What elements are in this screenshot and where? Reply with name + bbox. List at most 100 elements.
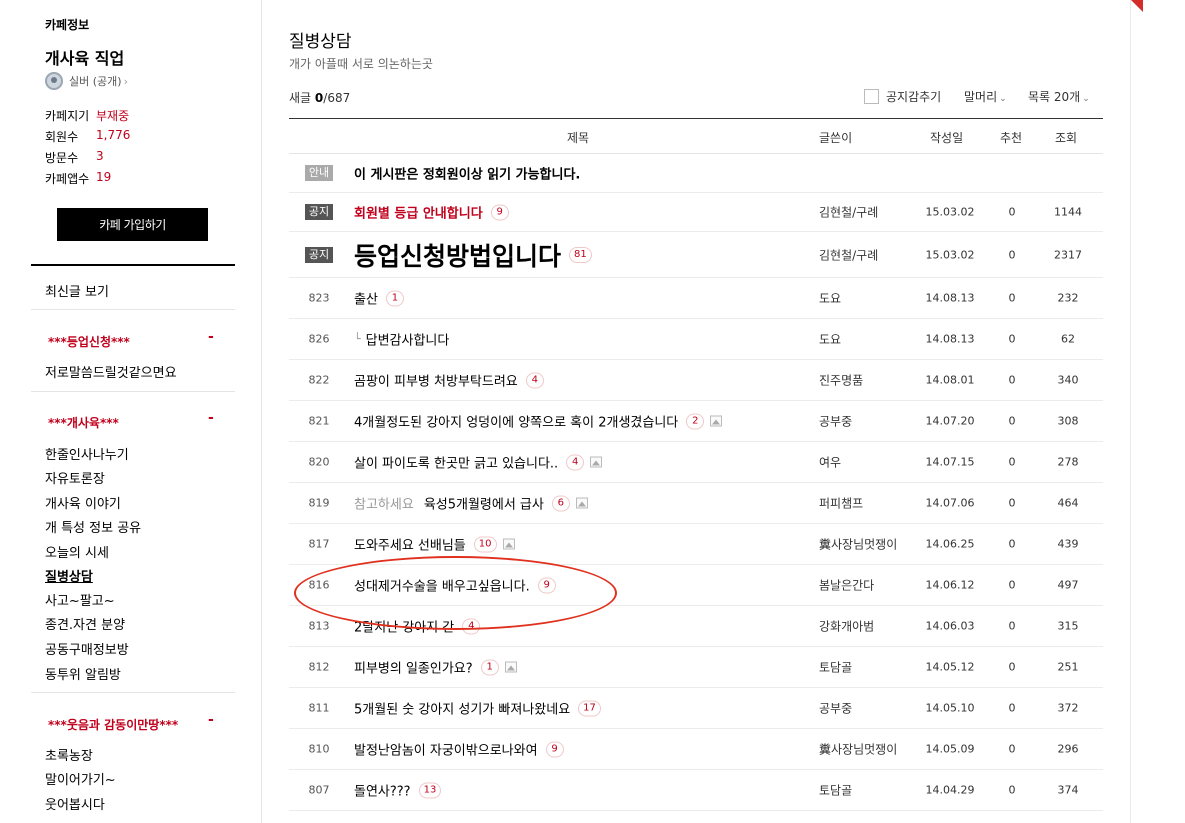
post-title-link[interactable]: 5개월된 숫 강아지 성기가 빠져나왔네요 17	[354, 699, 601, 718]
menu-item[interactable]: 초록농장	[45, 745, 93, 764]
post-title-link[interactable]: 참고하세요 육성5개월령에서 급사 6	[354, 494, 588, 513]
menu-group-title[interactable]: ***개사육***	[48, 414, 119, 431]
comment-count[interactable]: 10	[473, 536, 497, 552]
menu-item[interactable]: 개사육 이야기	[45, 493, 121, 512]
post-title-link[interactable]: 출산 1	[354, 289, 404, 308]
table-row-guide[interactable]: 안내 이 게시판은 정회원이상 읽기 가능합니다.	[289, 154, 1103, 193]
post-title[interactable]: 성대제거수술을 배우고싶읍니다.	[354, 576, 530, 595]
table-row[interactable]: 821 4개월정도된 강아지 엉덩이에 양쪽으로 혹이 2개생겼습니다 2 공부…	[289, 401, 1103, 442]
menu-group-title[interactable]: ***웃음과 감동이만땅***	[48, 716, 178, 733]
table-row-reply[interactable]: 826 └ 답변감사합니다 도요 14.08.13 0 62	[289, 319, 1103, 360]
post-title-link[interactable]: 곰팡이 피부병 처방부탁드려요 4	[354, 371, 544, 390]
comment-count[interactable]: 9	[537, 577, 556, 593]
comment-count[interactable]: 13	[418, 782, 442, 798]
cafe-name[interactable]: 개사육 직업	[45, 45, 124, 69]
post-title[interactable]: 이 게시판은 정회원이상 읽기 가능합니다.	[354, 164, 580, 183]
comment-count[interactable]: 4	[525, 372, 544, 388]
post-title-link[interactable]: 4개월정도된 강아지 엉덩이에 양쪽으로 혹이 2개생겼습니다 2	[354, 412, 723, 431]
join-cafe-button[interactable]: 카페 가입하기	[57, 208, 208, 241]
post-title[interactable]: 4개월정도된 강아지 엉덩이에 양쪽으로 혹이 2개생겼습니다	[354, 412, 678, 431]
table-row[interactable]: 807 돌연사??? 13 토담골 14.04.29 0 374	[289, 770, 1103, 811]
comment-count[interactable]: 2	[686, 413, 705, 429]
post-title[interactable]: 살이 파이도록 한곳만 긁고 있습니다..	[354, 453, 558, 472]
post-author[interactable]: 진주명품	[819, 372, 863, 389]
comment-count[interactable]: 1	[480, 659, 499, 675]
post-author[interactable]: 糞사장님멋쟁이	[819, 536, 897, 553]
stat-value[interactable]: 1,776	[96, 128, 130, 145]
post-author[interactable]: 봄날은간다	[819, 577, 874, 594]
list-size-select[interactable]: 목록 20개 ⌄	[1028, 88, 1090, 105]
post-title[interactable]: 발정난암놈이 자궁이밖으로나와여	[354, 740, 538, 759]
menu-group-title[interactable]: ***등업신청***	[48, 333, 130, 350]
post-title[interactable]: 곰팡이 피부병 처방부탁드려요	[354, 371, 518, 390]
menu-item[interactable]: 자유토론장	[45, 468, 105, 487]
menu-item[interactable]: 종견.자견 분양	[45, 614, 125, 633]
table-row[interactable]: 816 성대제거수술을 배우고싶읍니다. 9 봄날은간다 14.06.12 0 …	[289, 565, 1103, 606]
menu-item[interactable]: 개 특성 정보 공유	[45, 517, 141, 536]
collapse-icon[interactable]: -	[208, 410, 214, 426]
comment-count[interactable]: 9	[545, 741, 564, 757]
menu-item[interactable]: 동투위 알림방	[45, 664, 121, 683]
post-author[interactable]: 糞사장님멋쟁이	[819, 741, 897, 758]
collapse-icon[interactable]: -	[208, 329, 214, 345]
comment-count[interactable]: 4	[566, 454, 585, 470]
post-title[interactable]: 등업신청방법입니다	[354, 237, 561, 273]
comment-count[interactable]: 81	[569, 246, 592, 263]
post-title[interactable]: 회원별 등급 안내합니다	[354, 203, 483, 222]
table-row[interactable]: 823 출산 1 도요 14.08.13 0 232	[289, 278, 1103, 319]
table-row[interactable]: 810 발정난암놈이 자궁이밖으로나와여 9 糞사장님멋쟁이 14.05.09 …	[289, 729, 1103, 770]
post-title-link[interactable]: 돌연사??? 13	[354, 781, 442, 800]
menu-item-active[interactable]: 질병상담	[45, 566, 93, 585]
post-title-link[interactable]: 성대제거수술을 배우고싶읍니다. 9	[354, 576, 556, 595]
post-title[interactable]: 도와주세요 선배님들	[354, 535, 466, 554]
post-title[interactable]: 피부병의 일종인가요?	[354, 658, 473, 677]
post-author[interactable]: 퍼피챔프	[819, 495, 863, 512]
post-title[interactable]: 2달지난 강아지 간	[354, 617, 454, 636]
post-title[interactable]: 출산	[354, 289, 378, 308]
post-author[interactable]: 김현철/구례	[819, 204, 878, 221]
table-row[interactable]: 813 2달지난 강아지 간 4 강화개아범 14.06.03 0 315	[289, 606, 1103, 647]
post-author[interactable]: 도요	[819, 331, 841, 348]
post-title-link[interactable]: 회원별 등급 안내합니다 9	[354, 203, 509, 222]
post-title[interactable]: 답변감사합니다	[366, 330, 450, 349]
post-title-link[interactable]: 2달지난 강아지 간 4	[354, 617, 481, 636]
post-title[interactable]: 5개월된 숫 강아지 성기가 빠져나왔네요	[354, 699, 570, 718]
table-row[interactable]: 812 피부병의 일종인가요? 1 토담골 14.05.12 0 251	[289, 647, 1103, 688]
collapse-icon[interactable]: -	[208, 712, 214, 728]
post-author[interactable]: 도요	[819, 290, 841, 307]
post-title-link[interactable]: 도와주세요 선배님들 10	[354, 535, 515, 554]
post-author[interactable]: 여우	[819, 454, 841, 471]
hide-notice-toggle[interactable]: 공지감추기	[864, 88, 941, 105]
post-title[interactable]: 돌연사???	[354, 781, 411, 800]
menu-item[interactable]: 웃어봅시다	[45, 794, 105, 813]
post-title-link[interactable]: 발정난암놈이 자궁이밖으로나와여 9	[354, 740, 564, 759]
comment-count[interactable]: 1	[385, 290, 404, 306]
post-author[interactable]: 토담골	[819, 659, 852, 676]
table-row[interactable]: 819 참고하세요 육성5개월령에서 급사 6 퍼피챔프 14.07.06 0 …	[289, 483, 1103, 524]
post-title-link[interactable]: └ 답변감사합니다	[354, 330, 449, 349]
menu-item[interactable]: 한줄인사나누기	[45, 444, 129, 463]
comment-count[interactable]: 9	[490, 204, 509, 220]
menu-item[interactable]: 공동구매정보방	[45, 639, 129, 658]
menu-item[interactable]: 오늘의 시세	[45, 542, 109, 561]
post-author[interactable]: 공부중	[819, 700, 852, 717]
table-row[interactable]: 817 도와주세요 선배님들 10 糞사장님멋쟁이 14.06.25 0 439	[289, 524, 1103, 565]
comment-count[interactable]: 17	[578, 700, 601, 716]
comment-count[interactable]: 6	[551, 495, 570, 511]
hide-notice-checkbox[interactable]	[864, 89, 879, 104]
comment-count[interactable]: 4	[462, 618, 481, 634]
cafe-grade[interactable]: 실버 (공개) ›	[45, 71, 128, 91]
menu-item[interactable]: 말이어가기~	[45, 769, 116, 788]
post-title-link[interactable]: 살이 파이도록 한곳만 긁고 있습니다.. 4	[354, 453, 603, 472]
post-title[interactable]: 육성5개월령에서 급사	[424, 494, 544, 513]
table-row-notice[interactable]: 공지 회원별 등급 안내합니다 9 김현철/구례 15.03.02 0 1144	[289, 193, 1103, 232]
recent-posts-link[interactable]: 최신글 보기	[45, 281, 109, 300]
post-author[interactable]: 김현철/구례	[819, 246, 878, 263]
table-row[interactable]: 822 곰팡이 피부병 처방부탁드려요 4 진주명품 14.08.01 0 34…	[289, 360, 1103, 401]
header-filter-select[interactable]: 말머리 ⌄	[964, 88, 1007, 105]
menu-item[interactable]: 사고~팔고~	[45, 590, 115, 609]
table-row[interactable]: 811 5개월된 숫 강아지 성기가 빠져나왔네요 17 공부중 14.05.1…	[289, 688, 1103, 729]
table-row-notice[interactable]: 공지 등업신청방법입니다 81 김현철/구례 15.03.02 0 2317	[289, 232, 1103, 278]
post-author[interactable]: 토담골	[819, 782, 852, 799]
post-author[interactable]: 공부중	[819, 413, 852, 430]
